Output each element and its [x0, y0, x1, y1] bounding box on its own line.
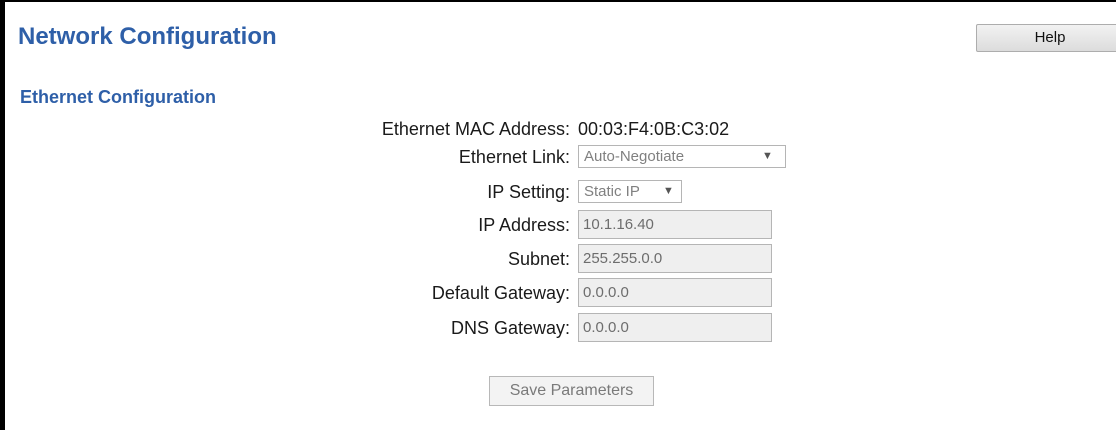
chevron-down-icon: ▼ [762, 150, 773, 162]
help-button[interactable]: Help [976, 24, 1116, 52]
section-title-ethernet: Ethernet Configuration [20, 87, 216, 107]
ethernet-link-label: Ethernet Link: [458, 147, 570, 167]
chevron-down-icon: ▼ [663, 185, 674, 197]
ip-setting-label: IP Setting: [487, 182, 570, 202]
ethernet-link-selected-value: Auto-Negotiate [584, 148, 685, 165]
ip-setting-selected-value: Static IP [584, 183, 640, 200]
page-title: Network Configuration [18, 23, 277, 50]
subnet-label: Subnet: [507, 249, 570, 269]
mac-address-value: 00:03:F4:0B:C3:02 [578, 119, 730, 139]
ethernet-link-select[interactable]: Auto-Negotiate ▼ [578, 145, 786, 168]
ip-address-field[interactable]: 10.1.16.40 [578, 210, 772, 239]
window-left-border [0, 0, 5, 430]
ip-address-label: IP Address: [478, 215, 570, 235]
default-gateway-label: Default Gateway: [431, 283, 570, 303]
save-parameters-button[interactable]: Save Parameters [489, 376, 654, 406]
dns-gateway-label: DNS Gateway: [450, 318, 570, 338]
dns-gateway-field[interactable]: 0.0.0.0 [578, 313, 772, 342]
mac-address-label: Ethernet MAC Address: [381, 119, 570, 139]
window-top-border [0, 0, 1116, 2]
default-gateway-field[interactable]: 0.0.0.0 [578, 278, 772, 307]
subnet-field[interactable]: 255.255.0.0 [578, 244, 772, 273]
ip-setting-select[interactable]: Static IP ▼ [578, 180, 682, 203]
